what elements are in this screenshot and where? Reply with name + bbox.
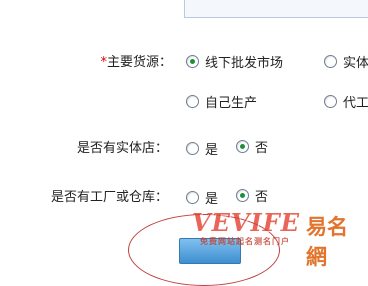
radio-option-label: 代工 — [343, 96, 368, 111]
watermark-site-name: 易名網 — [306, 214, 348, 269]
radio-button[interactable] — [324, 95, 337, 108]
radio-button[interactable] — [186, 55, 199, 68]
watermark-logo: VEVIFE — [192, 208, 301, 237]
radio-option-wholesale-market[interactable]: 线下批发市场 — [186, 52, 283, 71]
radio-option-physical[interactable]: 实体 — [324, 52, 368, 71]
radio-option-label: 是 — [205, 143, 219, 158]
radio-button[interactable] — [236, 140, 249, 153]
radio-option-store-no[interactable]: 否 — [236, 137, 268, 156]
radio-option-factory-no[interactable]: 否 — [236, 186, 268, 205]
radio-button[interactable] — [186, 191, 199, 204]
radio-option-label: 线下批发市场 — [205, 56, 284, 71]
radio-option-label: 否 — [255, 141, 269, 156]
radio-button[interactable] — [236, 189, 249, 202]
main-source-label: *主要货源： — [100, 55, 172, 70]
radio-button[interactable] — [186, 142, 199, 155]
text-input-top[interactable] — [184, 0, 368, 18]
radio-option-oem[interactable]: 代工 — [324, 92, 368, 111]
radio-button[interactable] — [186, 95, 199, 108]
has-store-label: 是否有实体店： — [76, 141, 168, 156]
radio-option-self-produced[interactable]: 自己生产 — [186, 92, 257, 111]
radio-option-label: 实体 — [343, 56, 368, 71]
radio-option-label: 否 — [255, 190, 269, 205]
radio-option-factory-yes[interactable]: 是 — [186, 188, 218, 207]
radio-option-store-yes[interactable]: 是 — [186, 139, 218, 158]
radio-option-label: 自己生产 — [205, 96, 258, 111]
has-factory-label: 是否有工厂或仓库： — [50, 190, 168, 205]
radio-option-label: 是 — [205, 192, 219, 207]
watermark-tagline: 免费网站起名测名门户 — [200, 237, 290, 246]
radio-button[interactable] — [324, 55, 337, 68]
